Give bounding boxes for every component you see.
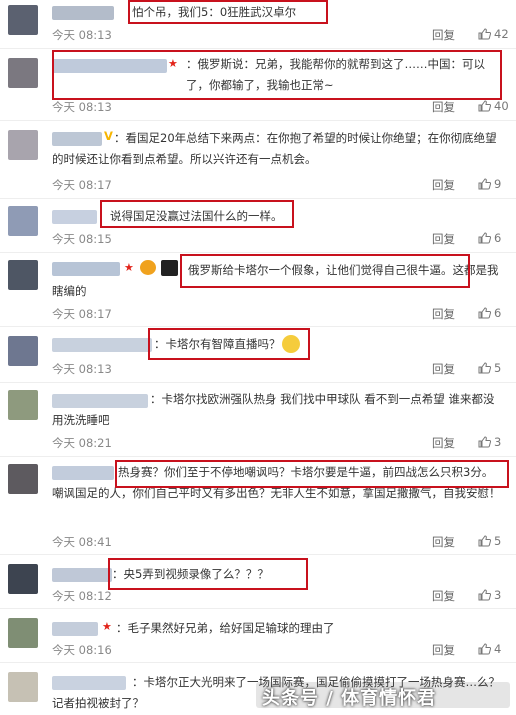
like-button[interactable]: 3 [478,588,501,602]
thumb-up-icon [478,362,492,374]
comment-text: ：卡塔尔找欧洲强队热身 我们找中甲球队 看不到一点希望 谁来都没用洗洗睡吧 [52,392,495,427]
like-button[interactable]: 6 [478,231,501,245]
comment-time: 今天 08:16 [52,643,112,657]
highlight-box [108,558,308,590]
highlight-box [180,254,470,288]
avatar[interactable] [8,206,38,236]
like-button[interactable]: 5 [478,534,501,548]
like-button[interactable]: 42 [478,27,509,41]
like-button[interactable]: 4 [478,642,501,656]
reply-button[interactable]: 回复 [432,588,455,604]
comment-time: 今天 08:13 [52,100,112,114]
avatar[interactable] [8,618,38,648]
avatar[interactable] [8,564,38,594]
username-blurred[interactable] [52,338,152,352]
avatar[interactable] [8,336,38,366]
thumb-up-icon [478,100,492,112]
reply-button[interactable]: 回复 [432,27,455,43]
avatar[interactable] [8,464,38,494]
reply-button[interactable]: 回复 [432,306,455,322]
thumb-up-icon [478,232,492,244]
comment-item: ★ ：毛子果然好兄弟，给好国足输球的理由了 今天 08:16 回复 4 [0,608,516,663]
thumb-up-icon [478,178,492,190]
thumb-up-icon [478,307,492,319]
comment-time: 今天 08:21 [52,436,112,450]
comment-time: 今天 08:12 [52,589,112,603]
thumb-up-icon [478,535,492,547]
like-button[interactable]: 40 [478,99,509,113]
watermark: 头条号 / 体育情怀君 [262,688,437,709]
avatar[interactable] [8,672,38,702]
comment-text: ：毛子果然好兄弟，给好国足输球的理由了 [116,621,335,635]
like-button[interactable]: 9 [478,177,501,191]
avatar[interactable] [8,130,38,160]
avatar[interactable] [8,58,38,88]
thumb-up-icon [478,28,492,40]
comment-item: V ：看国足20年总结下来两点：在你抱了希望的时候让你绝望；在你彻底绝望的时候还… [0,120,516,199]
username-blurred[interactable] [52,210,97,224]
like-button[interactable]: 6 [478,306,501,320]
comment-time: 今天 08:13 [52,362,112,376]
reply-button[interactable]: 回复 [432,99,455,115]
like-button[interactable]: 5 [478,361,501,375]
reply-button[interactable]: 回复 [432,435,455,451]
avatar[interactable] [8,390,38,420]
highlight-box [52,50,502,100]
username-blurred[interactable] [52,568,112,582]
username-blurred[interactable] [52,6,114,20]
comment-time: 今天 08:15 [52,232,112,246]
highlight-box [148,328,310,360]
highlight-box [128,0,328,24]
avatar[interactable] [8,260,38,290]
thumb-up-icon [478,436,492,448]
comment-time: 今天 08:41 [52,535,112,549]
comment-time: 今天 08:17 [52,178,112,192]
vip-star-icon: ★ [102,620,112,633]
reply-button[interactable]: 回复 [432,361,455,377]
reply-button[interactable]: 回复 [432,534,455,550]
comment-time: 今天 08:17 [52,307,112,321]
comment-item: ：卡塔尔找欧洲强队热身 我们找中甲球队 看不到一点希望 谁来都没用洗洗睡吧 今天… [0,382,516,457]
highlight-box [115,460,509,488]
comment-text: ：看国足20年总结下来两点：在你抱了希望的时候让你绝望；在你彻底绝望的时候还让你… [52,131,497,166]
avatar[interactable] [8,5,38,35]
reply-button[interactable]: 回复 [432,642,455,658]
thumb-up-icon [478,643,492,655]
highlight-box [100,200,294,228]
reply-button[interactable]: 回复 [432,177,455,193]
username-blurred[interactable] [52,622,98,636]
thumb-up-icon [478,589,492,601]
reply-button[interactable]: 回复 [432,231,455,247]
like-button[interactable]: 3 [478,435,501,449]
comment-time: 今天 08:13 [52,28,112,42]
